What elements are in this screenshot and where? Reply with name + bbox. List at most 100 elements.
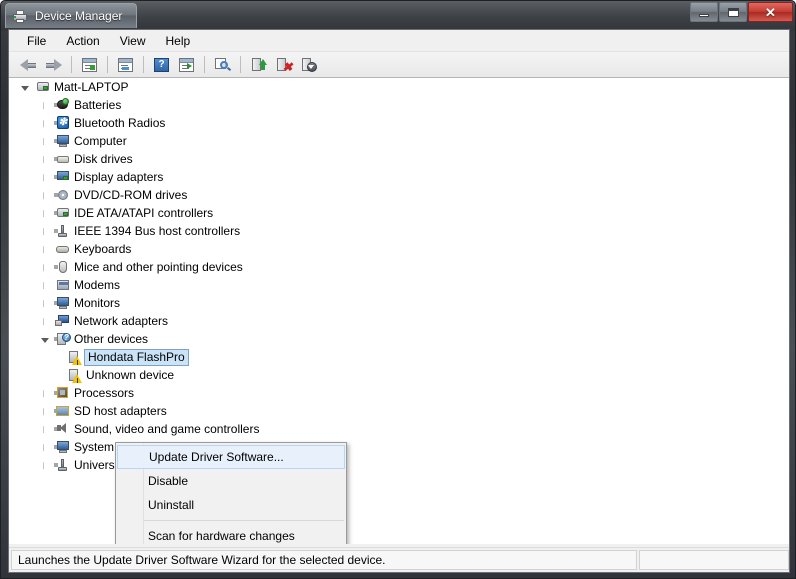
computer-icon	[34, 79, 50, 95]
tree-node-sd-host-adapters[interactable]: SD host adapters	[9, 402, 789, 420]
tree-node-mice[interactable]: Mice and other pointing devices	[9, 258, 789, 276]
forward-button[interactable]	[42, 54, 65, 76]
warning-device-icon	[66, 349, 82, 365]
client-area: File Action View Help ? ✖ Matt-LAPTOP Ba…	[8, 29, 790, 573]
tree-node-bluetooth-radios[interactable]: ❇ Bluetooth Radios	[9, 114, 789, 132]
context-menu-item-update-driver-software[interactable]: Update Driver Software...	[117, 445, 345, 469]
chevron-right-icon[interactable]	[39, 405, 52, 418]
help-button[interactable]: ?	[150, 54, 173, 76]
tree-node-ieee-1394[interactable]: IEEE 1394 Bus host controllers	[9, 222, 789, 240]
chevron-right-icon[interactable]	[39, 207, 52, 220]
system-device-icon	[54, 439, 70, 455]
context-menu-item-disable[interactable]: Disable	[116, 469, 346, 493]
network-adapter-icon	[54, 313, 70, 329]
tree-node-label: SD host adapters	[74, 404, 167, 418]
mouse-icon	[54, 259, 70, 275]
chevron-right-icon[interactable]	[39, 135, 52, 148]
tree-node-label: DVD/CD-ROM drives	[74, 188, 188, 202]
maximize-button[interactable]	[719, 2, 747, 22]
context-menu-item-scan-for-hardware-changes[interactable]: Scan for hardware changes	[116, 524, 346, 544]
minimize-icon	[699, 13, 709, 17]
title-bar[interactable]: Device Manager ✕	[1, 1, 795, 29]
device-tree[interactable]: Matt-LAPTOP Batteries ❇ Bluetooth Radios	[9, 78, 789, 544]
show-hide-console-tree-button[interactable]	[78, 54, 101, 76]
action-pane-icon	[179, 57, 194, 72]
chevron-right-icon[interactable]	[39, 297, 52, 310]
chevron-right-icon[interactable]	[39, 387, 52, 400]
sound-icon	[54, 421, 70, 437]
properties-button[interactable]	[114, 54, 137, 76]
chevron-right-icon[interactable]	[39, 225, 52, 238]
other-devices-icon: ?	[54, 331, 71, 347]
chevron-down-icon[interactable]	[19, 81, 32, 94]
tree-node-display-adapters[interactable]: Display adapters	[9, 168, 789, 186]
tree-node-unknown-device[interactable]: Unknown device	[9, 366, 789, 384]
scan-for-hardware-changes-button[interactable]	[211, 54, 234, 76]
tree-node-keyboards[interactable]: Keyboards	[9, 240, 789, 258]
tree-node-label: Unknown device	[86, 368, 175, 382]
tree-node-modems[interactable]: Modems	[9, 276, 789, 294]
chevron-right-icon[interactable]	[39, 441, 52, 454]
chevron-down-icon[interactable]	[39, 333, 52, 346]
chevron-right-icon[interactable]	[39, 189, 52, 202]
chevron-right-icon[interactable]	[39, 261, 52, 274]
toolbar-separator	[240, 56, 241, 73]
chevron-right-icon[interactable]	[39, 315, 52, 328]
update-driver-button[interactable]	[247, 54, 270, 76]
tree-node-dvd-cd-rom-drives[interactable]: DVD/CD-ROM drives	[9, 186, 789, 204]
toolbar: ? ✖	[9, 52, 789, 78]
chevron-right-icon[interactable]	[39, 153, 52, 166]
console-tree-icon	[82, 57, 97, 72]
tree-node-label: IDE ATA/ATAPI controllers	[74, 206, 214, 220]
tree-node-label: Batteries	[74, 98, 122, 112]
toolbar-separator	[204, 56, 205, 73]
status-bar: Launches the Update Driver Software Wiza…	[9, 547, 789, 572]
tree-node-label: Network adapters	[74, 314, 169, 328]
context-menu-item-uninstall[interactable]: Uninstall	[116, 493, 346, 517]
menu-help[interactable]: Help	[156, 31, 201, 51]
tree-node-monitors[interactable]: Monitors	[9, 294, 789, 312]
tree-node-label: Bluetooth Radios	[74, 116, 166, 130]
toolbar-separator	[143, 56, 144, 73]
menu-view[interactable]: View	[110, 31, 156, 51]
scan-hardware-icon	[214, 57, 231, 72]
chevron-right-icon[interactable]	[39, 423, 52, 436]
chevron-right-icon[interactable]	[39, 117, 52, 130]
cd-rom-icon	[54, 187, 70, 203]
chevron-right-icon[interactable]	[39, 279, 52, 292]
arrow-right-icon	[45, 58, 62, 72]
menu-file[interactable]: File	[17, 31, 56, 51]
tree-node-label: Disk drives	[74, 152, 133, 166]
tree-node-label: Display adapters	[74, 170, 164, 184]
tree-node-sound-video-game-controllers[interactable]: Sound, video and game controllers	[9, 420, 789, 438]
chevron-right-icon[interactable]	[39, 243, 52, 256]
tree-node-label: Modems	[74, 278, 121, 292]
disable-device-button[interactable]	[297, 54, 320, 76]
context-menu: Update Driver Software... Disable Uninst…	[115, 442, 347, 544]
show-action-pane-button[interactable]	[175, 54, 198, 76]
menu-action[interactable]: Action	[56, 31, 109, 51]
tree-node-disk-drives[interactable]: Disk drives	[9, 150, 789, 168]
uninstall-device-button[interactable]: ✖	[272, 54, 295, 76]
tree-node-processors[interactable]: Processors	[9, 384, 789, 402]
toolbar-separator	[107, 56, 108, 73]
chevron-right-icon[interactable]	[39, 99, 52, 112]
tree-node-root[interactable]: Matt-LAPTOP	[9, 78, 789, 96]
display-adapter-icon	[54, 169, 70, 185]
back-button[interactable]	[17, 54, 40, 76]
tree-node-hondata-flashpro[interactable]: Hondata FlashPro	[9, 348, 789, 366]
context-menu-separator	[144, 520, 344, 521]
tree-node-network-adapters[interactable]: Network adapters	[9, 312, 789, 330]
device-manager-icon	[12, 9, 28, 24]
uninstall-device-icon: ✖	[276, 57, 293, 73]
disk-drive-icon	[54, 151, 70, 167]
tree-node-computer[interactable]: Computer	[9, 132, 789, 150]
tree-node-batteries[interactable]: Batteries	[9, 96, 789, 114]
chevron-right-icon[interactable]	[39, 171, 52, 184]
tree-node-ide-controllers[interactable]: IDE ATA/ATAPI controllers	[9, 204, 789, 222]
close-button[interactable]: ✕	[748, 2, 793, 22]
chevron-right-icon[interactable]	[39, 459, 52, 472]
keyboard-icon	[54, 241, 70, 257]
minimize-button[interactable]	[690, 2, 718, 22]
tree-node-other-devices[interactable]: ? Other devices	[9, 330, 789, 348]
